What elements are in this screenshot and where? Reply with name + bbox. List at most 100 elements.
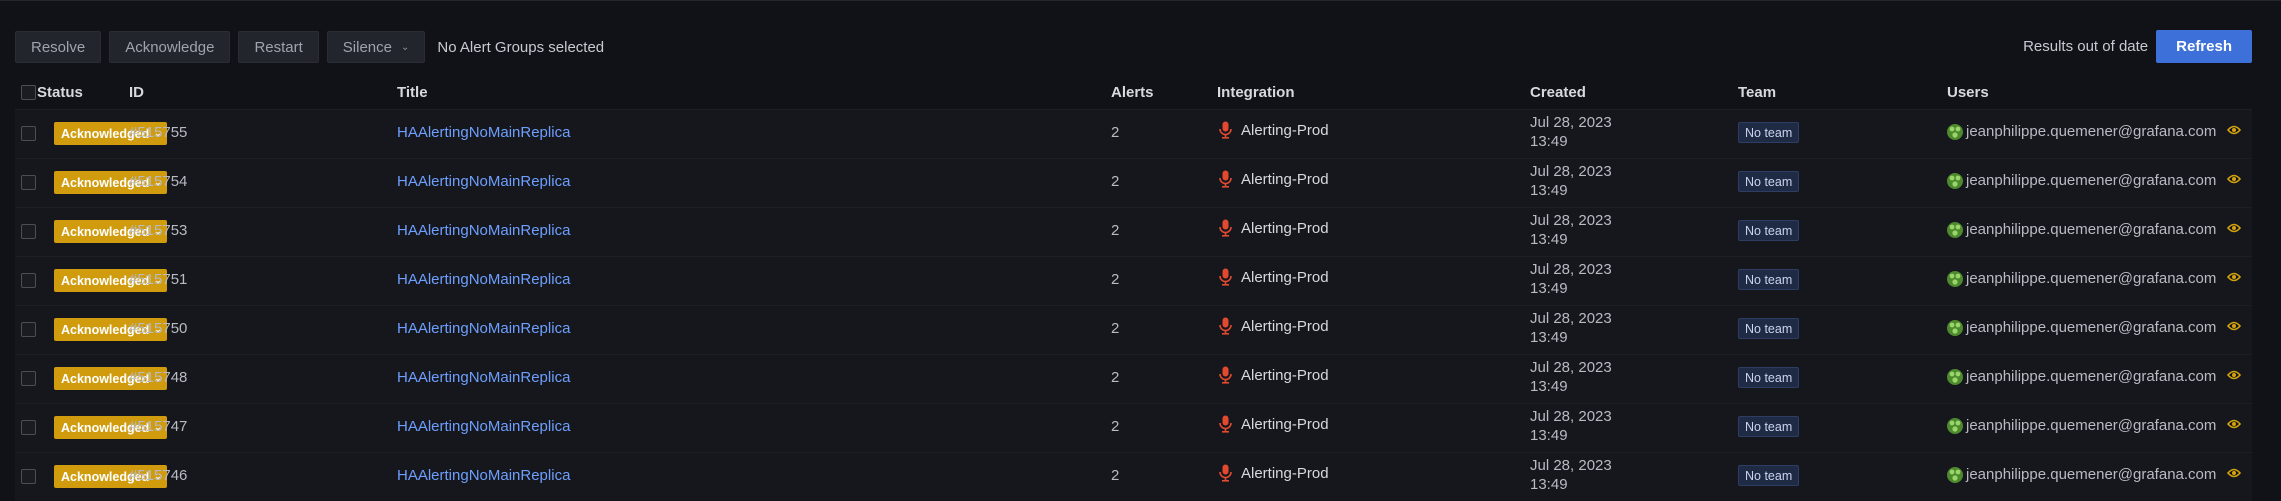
- header-id: ID: [129, 84, 144, 101]
- alerts-count: 2: [1111, 320, 1120, 337]
- table-row[interactable]: Acknowledged ⌄ #515750 HAAlertingNoMainRe…: [15, 305, 2252, 354]
- table-row[interactable]: Acknowledged ⌄ #515755 HAAlertingNoMainRe…: [15, 109, 2252, 158]
- avatar-icon: [1947, 172, 1963, 189]
- header-status: Status: [37, 84, 83, 101]
- user-cell: jeanphilippe.quemener@grafana.com: [1947, 172, 2216, 189]
- alerts-count: 2: [1111, 271, 1120, 288]
- alert-group-id: #515755: [129, 124, 188, 141]
- table-row[interactable]: Acknowledged ⌄ #515753 HAAlertingNoMainRe…: [15, 207, 2252, 256]
- table-row[interactable]: Acknowledged ⌄ #515748 HAAlertingNoMainRe…: [15, 354, 2252, 403]
- alert-group-title-link[interactable]: HAAlertingNoMainReplica: [397, 320, 570, 337]
- integration-name: Alerting-Prod: [1241, 219, 1329, 237]
- created-cell: Jul 28, 2023 13:49: [1530, 211, 1612, 249]
- table-row[interactable]: Acknowledged ⌄ #515754 HAAlertingNoMainRe…: [15, 158, 2252, 207]
- user-cell: jeanphilippe.quemener@grafana.com: [1947, 368, 2216, 385]
- top-divider: [0, 0, 2281, 1]
- team-badge: No team: [1738, 220, 1800, 241]
- alert-group-id: #515748: [129, 369, 188, 386]
- header-title: Title: [397, 84, 428, 101]
- alert-group-title-link[interactable]: HAAlertingNoMainReplica: [397, 124, 570, 141]
- eye-icon[interactable]: [2227, 173, 2241, 185]
- silence-dropdown-label: Silence: [342, 38, 392, 56]
- user-email: jeanphilippe.quemener@grafana.com: [1966, 270, 2217, 287]
- microphone-icon: [1219, 170, 1232, 188]
- team-badge: No team: [1738, 122, 1800, 143]
- alert-group-title-link[interactable]: HAAlertingNoMainReplica: [397, 467, 570, 484]
- alert-group-title-link[interactable]: HAAlertingNoMainReplica: [397, 271, 570, 288]
- bulk-actions-toolbar: Resolve Acknowledge Restart Silence ⌄ No …: [15, 31, 604, 63]
- integration-cell: Alerting-Prod: [1219, 121, 1329, 139]
- alerts-count: 2: [1111, 369, 1120, 386]
- created-time: 13:49: [1530, 231, 1568, 248]
- selection-status: No Alert Groups selected: [437, 38, 605, 56]
- row-checkbox[interactable]: [21, 224, 36, 239]
- row-checkbox[interactable]: [21, 420, 36, 435]
- created-time: 13:49: [1530, 427, 1568, 444]
- avatar-icon: [1947, 466, 1963, 483]
- microphone-icon: [1219, 268, 1232, 286]
- eye-icon[interactable]: [2227, 222, 2241, 234]
- created-date: Jul 28, 2023: [1530, 408, 1612, 425]
- select-all-checkbox[interactable]: [21, 85, 36, 100]
- avatar-icon: [1947, 270, 1963, 287]
- integration-name: Alerting-Prod: [1241, 121, 1329, 139]
- integration-cell: Alerting-Prod: [1219, 170, 1329, 188]
- alert-group-title-link[interactable]: HAAlertingNoMainReplica: [397, 418, 570, 435]
- user-cell: jeanphilippe.quemener@grafana.com: [1947, 417, 2216, 434]
- created-cell: Jul 28, 2023 13:49: [1530, 260, 1612, 298]
- row-checkbox[interactable]: [21, 469, 36, 484]
- row-checkbox[interactable]: [21, 175, 36, 190]
- team-badge: No team: [1738, 318, 1800, 339]
- created-cell: Jul 28, 2023 13:49: [1530, 407, 1612, 445]
- row-checkbox[interactable]: [21, 126, 36, 141]
- row-checkbox[interactable]: [21, 322, 36, 337]
- acknowledge-button[interactable]: Acknowledge: [109, 31, 231, 63]
- created-cell: Jul 28, 2023 13:49: [1530, 309, 1612, 347]
- table-row[interactable]: Acknowledged ⌄ #515747 HAAlertingNoMainRe…: [15, 403, 2252, 452]
- alert-group-id: #515751: [129, 271, 188, 288]
- integration-cell: Alerting-Prod: [1219, 415, 1329, 433]
- integration-cell: Alerting-Prod: [1219, 317, 1329, 335]
- alert-group-id: #515750: [129, 320, 188, 337]
- created-cell: Jul 28, 2023 13:49: [1530, 162, 1612, 200]
- eye-icon[interactable]: [2227, 418, 2241, 430]
- avatar-icon: [1947, 221, 1963, 238]
- refresh-button[interactable]: Refresh: [2156, 30, 2252, 63]
- resolve-button-label: Resolve: [31, 38, 86, 56]
- team-badge: No team: [1738, 416, 1800, 437]
- user-email: jeanphilippe.quemener@grafana.com: [1966, 123, 2217, 140]
- row-checkbox[interactable]: [21, 371, 36, 386]
- restart-button-label: Restart: [254, 38, 303, 56]
- integration-name: Alerting-Prod: [1241, 170, 1329, 188]
- eye-icon[interactable]: [2227, 320, 2241, 332]
- eye-icon[interactable]: [2227, 271, 2241, 283]
- eye-icon[interactable]: [2227, 124, 2241, 136]
- silence-dropdown[interactable]: Silence ⌄: [326, 31, 426, 63]
- alert-group-title-link[interactable]: HAAlertingNoMainReplica: [397, 369, 570, 386]
- header-users: Users: [1947, 84, 1989, 101]
- created-time: 13:49: [1530, 133, 1568, 150]
- alerts-count: 2: [1111, 222, 1120, 239]
- table-row[interactable]: Acknowledged ⌄ #515746 HAAlertingNoMainRe…: [15, 452, 2252, 501]
- table-row[interactable]: Acknowledged ⌄ #515751 HAAlertingNoMainRe…: [15, 256, 2252, 305]
- header-integration: Integration: [1217, 84, 1295, 101]
- avatar-icon: [1947, 417, 1963, 434]
- microphone-icon: [1219, 317, 1232, 335]
- row-checkbox[interactable]: [21, 273, 36, 288]
- header-alerts: Alerts: [1111, 84, 1154, 101]
- eye-icon[interactable]: [2227, 369, 2241, 381]
- avatar-icon: [1947, 368, 1963, 385]
- user-cell: jeanphilippe.quemener@grafana.com: [1947, 319, 2216, 336]
- alert-groups-table: Status ID Title Alerts Integration Creat…: [15, 77, 2252, 501]
- refresh-button-label: Refresh: [2176, 38, 2232, 55]
- eye-icon[interactable]: [2227, 467, 2241, 479]
- integration-name: Alerting-Prod: [1241, 366, 1329, 384]
- user-email: jeanphilippe.quemener@grafana.com: [1966, 417, 2217, 434]
- created-date: Jul 28, 2023: [1530, 359, 1612, 376]
- alert-group-title-link[interactable]: HAAlertingNoMainReplica: [397, 222, 570, 239]
- restart-button[interactable]: Restart: [238, 31, 319, 63]
- alert-group-title-link[interactable]: HAAlertingNoMainReplica: [397, 173, 570, 190]
- resolve-button[interactable]: Resolve: [15, 31, 102, 63]
- created-cell: Jul 28, 2023 13:49: [1530, 456, 1612, 494]
- user-email: jeanphilippe.quemener@grafana.com: [1966, 221, 2217, 238]
